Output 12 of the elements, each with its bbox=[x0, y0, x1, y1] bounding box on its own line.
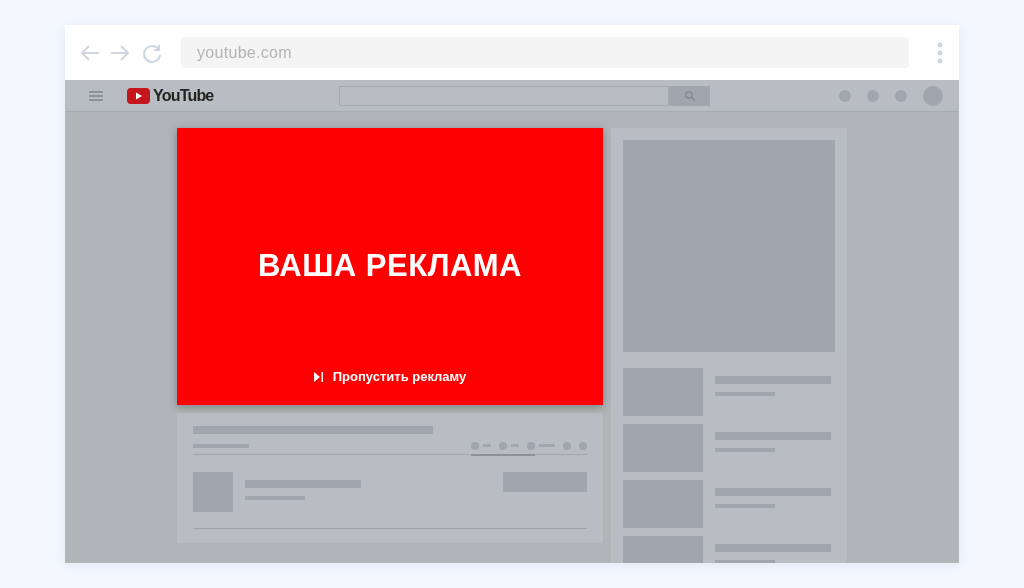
menu-icon[interactable] bbox=[89, 90, 103, 101]
play-logo-icon[interactable] bbox=[127, 87, 150, 104]
ad-banner[interactable]: ВАША РЕКЛАМА Пропустить рекламу bbox=[177, 128, 603, 405]
tab-underline bbox=[471, 454, 535, 456]
more-icon[interactable] bbox=[937, 41, 943, 64]
text-placeholder bbox=[715, 560, 775, 563]
logo-text[interactable]: YouTube bbox=[153, 86, 214, 105]
search-button[interactable] bbox=[669, 85, 711, 106]
search-icon bbox=[684, 90, 695, 101]
skip-ad-button[interactable]: Пропустить рекламу bbox=[313, 369, 467, 384]
skip-icon bbox=[313, 371, 323, 382]
ad-title: ВАША РЕКЛАМА bbox=[258, 248, 522, 284]
